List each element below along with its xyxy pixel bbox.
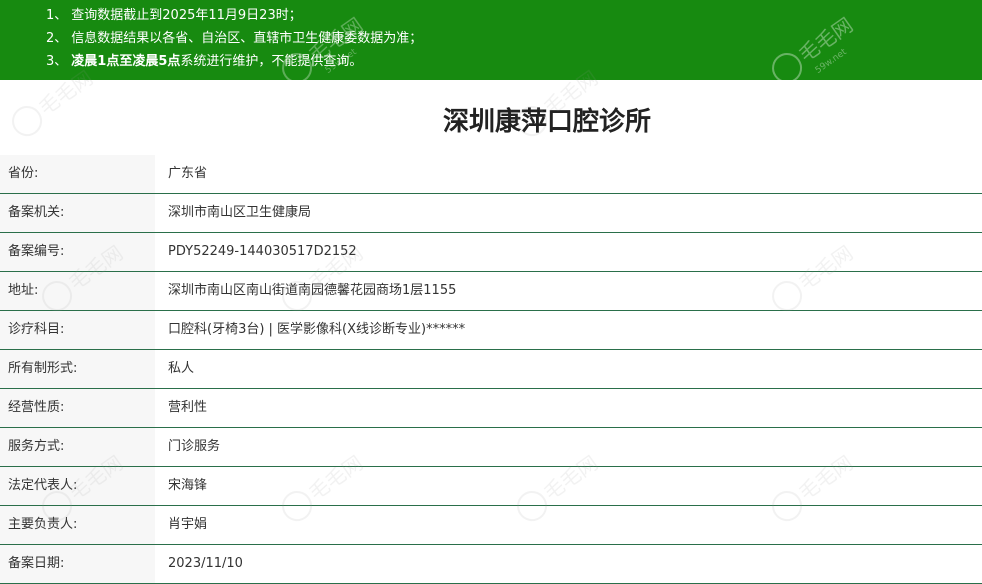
table-row: 备案日期: 2023/11/10 xyxy=(0,545,982,584)
table-row: 地址: 深圳市南山区南山街道南园德馨花园商场1层1155 xyxy=(0,272,982,311)
table-row: 所有制形式: 私人 xyxy=(0,350,982,389)
table-row: 备案机关: 深圳市南山区卫生健康局 xyxy=(0,194,982,233)
table-row: 省份: 广东省 xyxy=(0,155,982,194)
row-value: 2023/11/10 xyxy=(168,556,243,571)
row-value: 广东省 xyxy=(168,166,208,181)
row-label: 服务方式: xyxy=(0,428,155,466)
info-table: 省份: 广东省 备案机关: 深圳市南山区卫生健康局 备案编号: PDY52249-14… xyxy=(0,155,982,584)
row-label: 诊疗科目: xyxy=(0,311,155,349)
row-label: 备案机关: xyxy=(0,194,155,232)
row-value: 肖宇娟 xyxy=(168,517,208,532)
row-label: 地址: xyxy=(0,272,155,310)
row-label: 备案编号: xyxy=(0,233,155,271)
row-value: 深圳市南山区南山街道南园德馨花园商场1层1155 xyxy=(168,283,457,298)
row-value: 门诊服务 xyxy=(168,439,221,454)
table-row: 服务方式: 门诊服务 xyxy=(0,428,982,467)
table-row: 主要负责人: 肖宇娟 xyxy=(0,506,982,545)
notice-banner: 1、 查询数据截止到2025年11月9日23时； 2、 信息数据结果以各省、自治区、… xyxy=(0,0,982,80)
clinic-title: 深圳康萍口腔诊所 xyxy=(442,107,651,137)
row-label: 经营性质: xyxy=(0,389,155,427)
row-value: 口腔科(牙椅3台) | 医学影像科(X线诊断专业)****** xyxy=(168,322,466,337)
table-row: 法定代表人: 宋海锋 xyxy=(0,467,982,506)
row-label: 备案日期: xyxy=(0,545,155,583)
notice-line-2: 2、 信息数据结果以各省、自治区、直辖市卫生健康委数据为准； xyxy=(46,31,423,46)
table-row: 经营性质: 营利性 xyxy=(0,389,982,428)
table-row: 备案编号: PDY52249-144030517D2152 xyxy=(0,233,982,272)
notice-line-3: 3、 凌晨1点至凌晨5点系统进行维护，不能提供查询。 xyxy=(46,54,363,69)
row-label: 所有制形式: xyxy=(0,350,155,388)
row-value: 宋海锋 xyxy=(168,478,208,493)
row-value: PDY52249-144030517D2152 xyxy=(168,244,357,259)
notice-line-1: 1、 查询数据截止到2025年11月9日23时； xyxy=(46,8,302,23)
row-value: 深圳市南山区卫生健康局 xyxy=(168,205,312,220)
row-label: 法定代表人: xyxy=(0,467,155,505)
row-value: 私人 xyxy=(168,361,195,376)
row-label: 省份: xyxy=(0,155,155,193)
row-value: 营利性 xyxy=(168,400,208,415)
row-label: 主要负责人: xyxy=(0,506,155,544)
table-row: 诊疗科目: 口腔科(牙椅3台) | 医学影像科(X线诊断专业)****** xyxy=(0,311,982,350)
